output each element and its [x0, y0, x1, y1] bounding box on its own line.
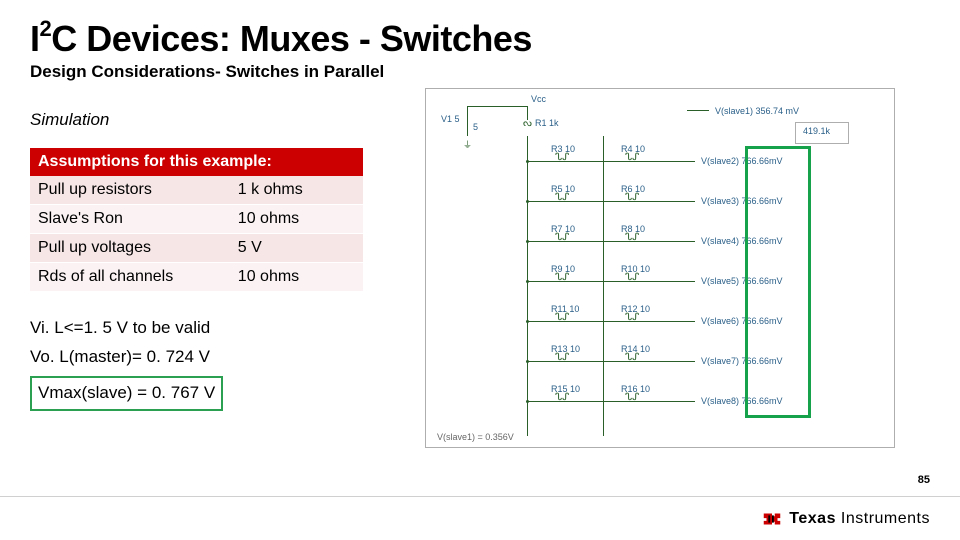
ti-logo: Texas Instruments — [761, 508, 930, 530]
ti-chip-icon — [761, 508, 783, 530]
note-vmax-boxed: Vmax(slave) = 0. 767 V — [30, 376, 223, 411]
footer: Texas Instruments — [0, 496, 960, 540]
resistor-label: R13 10 — [551, 344, 580, 354]
resistor-label: R11 10 — [551, 304, 579, 314]
assumptions-header: Assumptions for this example: — [30, 148, 363, 176]
r1-label: R1 1k — [535, 118, 559, 128]
resistor-label: R16 10 — [621, 384, 650, 394]
resistor-label: R15 10 — [551, 384, 580, 394]
notes-block: Vi. L<=1. 5 V to be valid Vo. L(master)=… — [30, 314, 385, 411]
slide-title: I2C Devices: Muxes - Switches — [30, 18, 930, 60]
param-cell: Slave's Ron — [30, 205, 230, 234]
param-cell: Pull up voltages — [30, 234, 230, 263]
slide-subtitle: Design Considerations- Switches in Paral… — [30, 62, 930, 82]
resistor-label: R12 10 — [621, 304, 650, 314]
resistor-label: R9 10 — [551, 264, 575, 274]
note-vil: Vi. L<=1. 5 V to be valid — [30, 314, 385, 343]
page-number: 85 — [918, 474, 930, 486]
resistor-label: R10 10 — [621, 264, 650, 274]
resistor-icon: ᔓ — [523, 118, 532, 129]
value-cell: 10 ohms — [230, 263, 363, 292]
note-vol: Vo. L(master)= 0. 724 V — [30, 343, 385, 372]
value-cell: 1 k ohms — [230, 176, 363, 205]
table-row: Pull up voltages5 V — [30, 234, 363, 263]
v1-label: V1 5 — [441, 114, 460, 124]
right-box-val: 419.1k — [803, 126, 830, 136]
vmaster-label: V(slave1) 356.74 mV — [715, 106, 799, 116]
resistor-label: R6 10 — [621, 184, 645, 194]
schematic-diagram: Vcc V1 5 ᔓ R1 1k 5 ⏚ V(slave1) 356.74 mV… — [425, 88, 895, 448]
ti-word-rest: Instruments — [841, 510, 930, 527]
ground-icon: ⏚ — [463, 138, 472, 151]
ti-wordmark: Texas Instruments — [789, 510, 930, 528]
highlight-box — [745, 146, 811, 418]
ti-word-bold: Texas — [789, 510, 841, 527]
param-cell: Pull up resistors — [30, 176, 230, 205]
table-row: Rds of all channels10 ohms — [30, 263, 363, 292]
value-cell: 5 V — [230, 234, 363, 263]
resistor-label: R4 10 — [621, 144, 645, 154]
vcc-label: Vcc — [531, 94, 546, 104]
resistor-label: R3 10 — [551, 144, 575, 154]
title-sup: 2 — [40, 16, 52, 41]
table-row: Slave's Ron10 ohms — [30, 205, 363, 234]
resistor-label: R7 10 — [551, 224, 575, 234]
title-post: C Devices: Muxes - Switches — [51, 18, 532, 59]
resistor-label: R8 10 — [621, 224, 645, 234]
resistor-label: R5 10 — [551, 184, 575, 194]
title-pre: I — [30, 18, 40, 59]
assumptions-table: Assumptions for this example: Pull up re… — [30, 148, 363, 292]
bottom-note: V(slave1) = 0.356V — [437, 432, 514, 442]
param-cell: Rds of all channels — [30, 263, 230, 292]
vreg-label: 5 — [473, 122, 478, 132]
table-row: Pull up resistors1 k ohms — [30, 176, 363, 205]
resistor-label: R14 10 — [621, 344, 650, 354]
value-cell: 10 ohms — [230, 205, 363, 234]
